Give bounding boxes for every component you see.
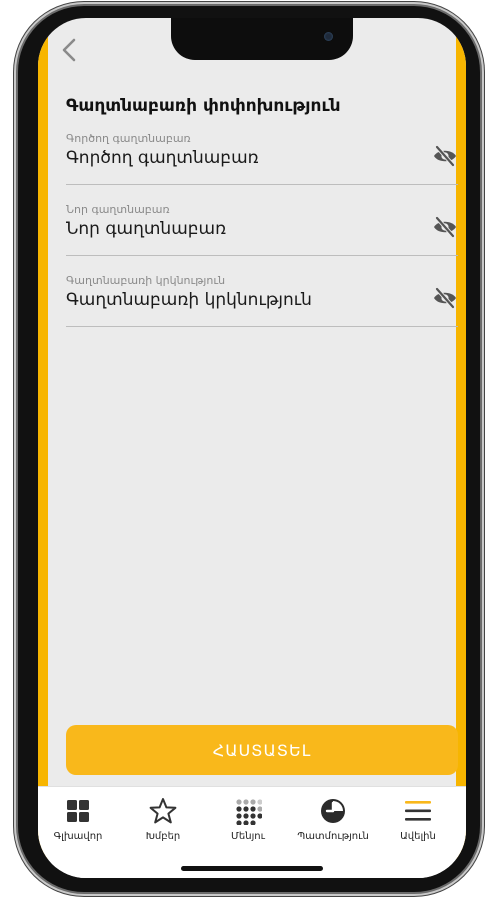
toggle-visibility-button[interactable] [432, 144, 458, 168]
tab-more[interactable]: Ավելին [378, 797, 458, 853]
repeat-password-input[interactable] [66, 290, 396, 310]
tab-home-label: Գլխավոր [53, 831, 103, 842]
notch [171, 18, 353, 60]
current-password-label: Գործող գաղտնաբառ [66, 132, 191, 145]
new-password-field: Նոր գաղտնաբառ [66, 197, 458, 256]
tab-history[interactable]: Պատմություն [293, 797, 373, 853]
bottom-tab-bar: Գլխավոր Խմբեր Մենյու Պատմություն Ավելին [38, 786, 466, 878]
tab-home[interactable]: Գլխավոր [38, 797, 118, 853]
clock-icon [321, 799, 345, 823]
tab-menu[interactable]: Մենյու [208, 797, 288, 853]
tab-history-label: Պատմություն [297, 831, 369, 842]
new-password-input[interactable] [66, 219, 396, 239]
toggle-visibility-button[interactable] [432, 286, 458, 310]
camera [324, 32, 333, 41]
grid-icon [67, 800, 89, 822]
current-password-input[interactable] [66, 148, 396, 168]
tab-menu-label: Մենյու [231, 831, 265, 842]
back-button[interactable] [56, 34, 84, 66]
repeat-password-field: Գաղտնաբառի կրկնություն [66, 268, 458, 327]
toggle-visibility-button[interactable] [432, 215, 458, 239]
left-accent-edge [38, 18, 48, 878]
tab-more-label: Ավելին [400, 831, 436, 842]
repeat-password-label: Գաղտնաբառի կրկնություն [66, 274, 226, 287]
dots-menu-icon [236, 799, 262, 825]
new-password-label: Նոր գաղտնաբառ [66, 203, 170, 216]
chevron-left-icon [62, 38, 76, 62]
eye-off-icon [434, 145, 456, 167]
tab-groups-label: Խմբեր [145, 831, 181, 842]
star-icon [149, 798, 177, 824]
home-indicator [181, 866, 323, 871]
page-title: Գաղտնաբառի փոփոխություն [66, 96, 341, 116]
eye-off-icon [434, 287, 456, 309]
form-content: Գաղտնաբառի փոփոխություն Գործող գաղտնաբառ… [66, 88, 458, 339]
phone-screen: Գաղտնաբառի փոփոխություն Գործող գաղտնաբառ… [38, 18, 466, 878]
confirm-button[interactable]: ՀԱՍՏԱՏԵԼ [66, 725, 458, 775]
current-password-field: Գործող գաղտնաբառ [66, 126, 458, 185]
hamburger-icon [405, 801, 431, 821]
eye-off-icon [434, 216, 456, 238]
page: Գաղտնաբառի փոփոխություն Գործող գաղտնաբառ… [0, 0, 488, 898]
tab-groups[interactable]: Խմբեր [123, 797, 203, 853]
